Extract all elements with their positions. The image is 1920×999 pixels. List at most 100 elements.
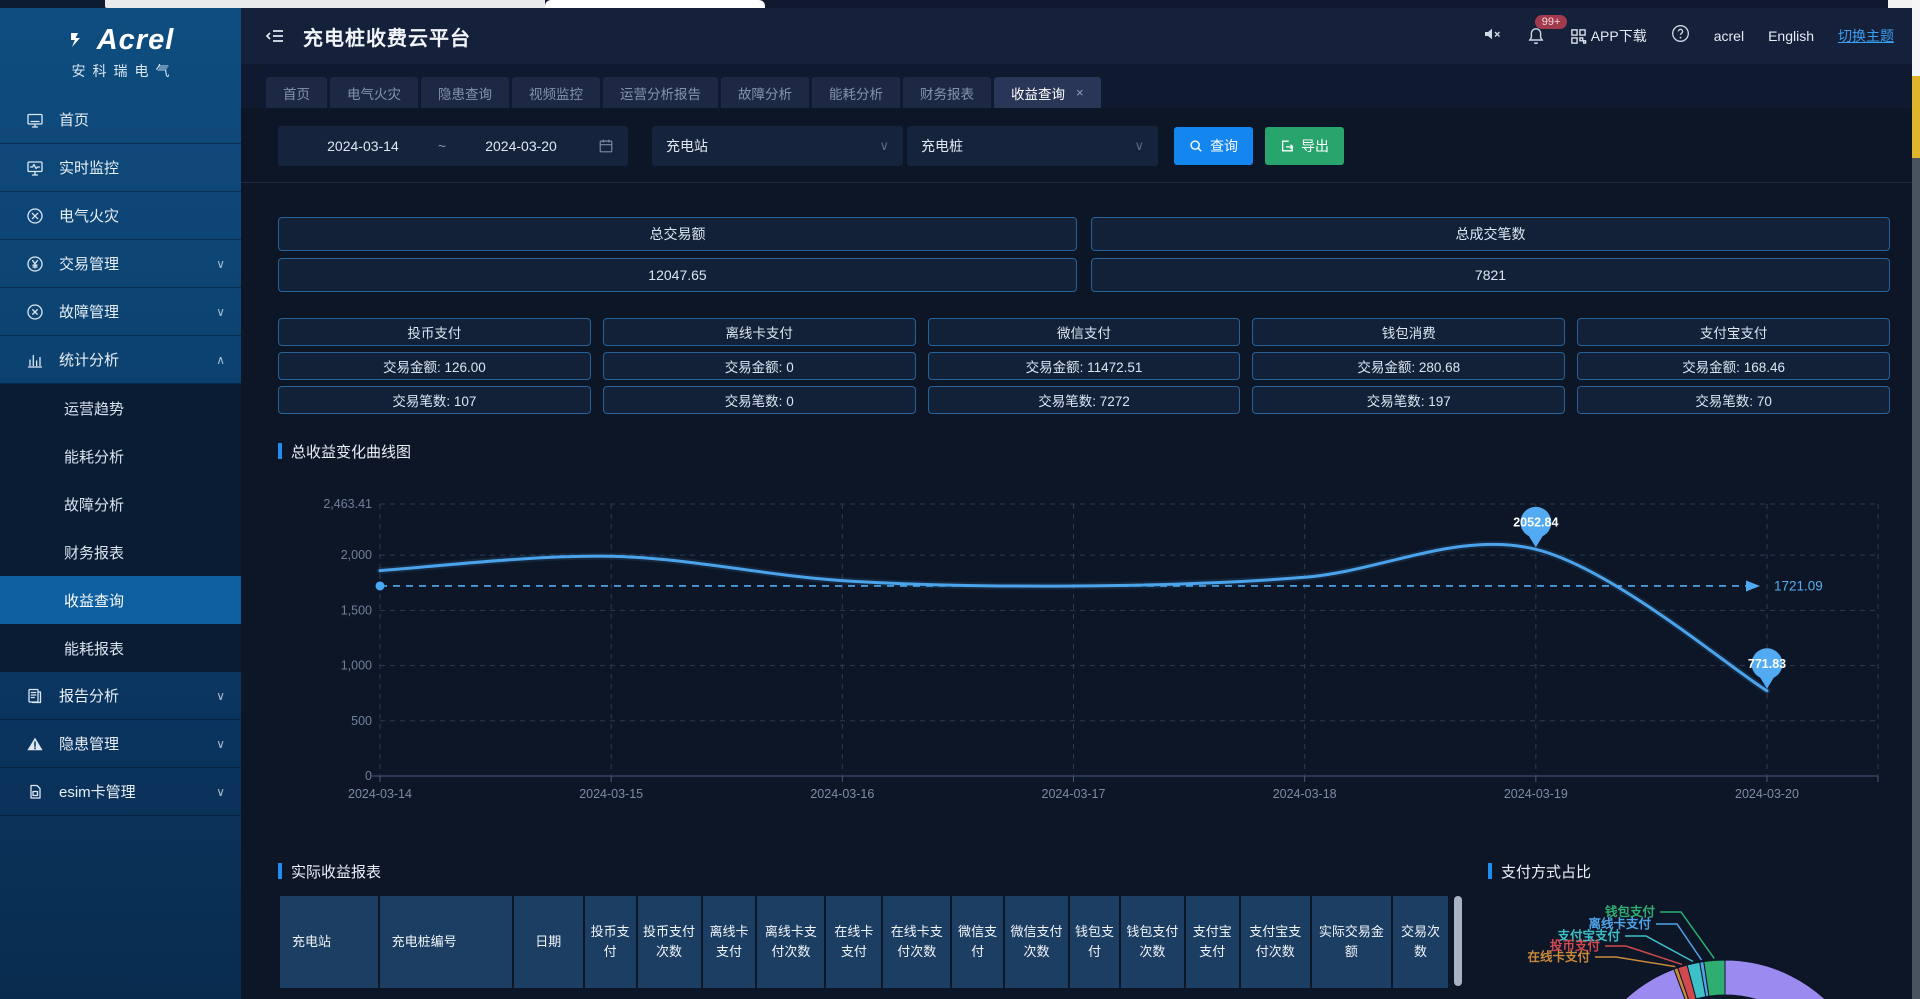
x-tick-label: 2024-03-19 <box>1504 787 1568 801</box>
sidebar-item-label: 交易管理 <box>59 253 119 274</box>
tab-2[interactable]: 电气火灾 <box>330 77 418 108</box>
payment-card: 钱包消费交易金额: 280.68交易笔数: 197 <box>1252 318 1565 414</box>
sidebar-item-electric-fire[interactable]: 电气火灾 <box>0 192 241 240</box>
sidebar-subitem-energy-analysis[interactable]: 能耗分析 <box>0 432 241 480</box>
column-header: 微信支付次数 <box>1005 896 1068 988</box>
topbar-actions: 99+ APP下载 <box>1482 24 1894 49</box>
column-header: 充电站 <box>280 896 378 988</box>
sidebar-item-fault-mgmt[interactable]: 故障管理∨ <box>0 288 241 336</box>
pile-select[interactable]: 充电桩 ∨ <box>907 126 1158 166</box>
sidebar-item-realtime-monitor[interactable]: 实时监控 <box>0 144 241 192</box>
notifications-bell[interactable]: 99+ <box>1526 26 1546 46</box>
payment-card: 支付宝支付交易金额: 168.46交易笔数: 70 <box>1577 318 1890 414</box>
sidebar-item-home[interactable]: 首页 <box>0 96 241 144</box>
tab-9[interactable]: 收益查询× <box>994 77 1101 108</box>
payment-cards: 投币支付交易金额: 126.00交易笔数: 107离线卡支付交易金额: 0交易笔… <box>278 318 1890 414</box>
end-date[interactable]: 2024-03-20 <box>450 138 592 154</box>
title-accent-bar <box>1488 863 1492 879</box>
tab-label: 财务报表 <box>920 83 974 103</box>
calendar-icon <box>598 138 614 154</box>
notification-badge: 99+ <box>1535 15 1568 29</box>
column-header: 充电桩编号 <box>380 896 512 988</box>
browser-chrome-strip <box>0 0 1920 8</box>
tab-5[interactable]: 运营分析报告 <box>603 77 718 108</box>
tab-label: 运营分析报告 <box>620 83 701 103</box>
sidebar-item-hazard-mgmt[interactable]: 隐患管理∨ <box>0 720 241 768</box>
y-tick-label: 2,000 <box>341 548 372 562</box>
sidebar-item-transaction-mgmt[interactable]: 交易管理∨ <box>0 240 241 288</box>
tabbar: 首页电气火灾隐患查询视频监控运营分析报告 故障分析 能耗分析 财务报表收益查询× <box>241 64 1920 108</box>
page-scrollbar[interactable] <box>1912 0 1920 999</box>
sidebar-subitem-financial-report[interactable]: 财务报表 <box>0 528 241 576</box>
theme-switch-link[interactable]: 切换主题 <box>1838 26 1894 46</box>
username[interactable]: acrel <box>1714 28 1744 44</box>
circle-cross-icon <box>26 207 44 225</box>
y-tick-label: 500 <box>351 714 372 728</box>
sidebar-subitem-operation-trend[interactable]: 运营趋势 <box>0 384 241 432</box>
sidebar-item-report-analysis[interactable]: 报告分析∨ <box>0 672 241 720</box>
help-circle-icon[interactable] <box>1671 24 1690 48</box>
summary-card: 总成交笔数7821 <box>1091 217 1890 292</box>
payment-card-title: 投币支付 <box>278 318 591 346</box>
report-icon <box>26 687 44 705</box>
language-switch[interactable]: English <box>1768 28 1814 44</box>
table-scrollbar[interactable] <box>1454 896 1462 986</box>
revenue-table-panel: 实际收益报表 充电站充电桩编号日期投币支付投币支付次数离线卡支付离线卡支付次数在… <box>278 862 1462 999</box>
station-select-value: 充电站 <box>666 136 708 156</box>
column-header: 投币支付 <box>585 896 636 988</box>
tab-6[interactable]: 故障分析 <box>721 77 809 108</box>
revenue-table-title: 实际收益报表 <box>291 861 381 882</box>
sidebar-item-label: 故障管理 <box>59 301 119 322</box>
sidebar-submenu: 运营趋势能耗分析故障分析财务报表收益查询能耗报表 <box>0 384 241 672</box>
column-header: 离线卡支付 <box>703 896 756 988</box>
payment-card-amount: 交易金额: 168.46 <box>1577 352 1890 380</box>
tab-8[interactable]: 财务报表 <box>903 77 991 108</box>
page-scrollbar-thumb[interactable] <box>1912 76 1920 158</box>
app-download-button[interactable]: APP下载 <box>1570 26 1647 46</box>
app-download-label: APP下载 <box>1591 26 1647 46</box>
pie-chart-title: 支付方式占比 <box>1501 861 1591 882</box>
divider <box>241 182 1920 183</box>
column-header: 支付宝支付 <box>1186 896 1239 988</box>
tab-label: 故障分析 <box>738 83 792 103</box>
table-header-row: 充电站充电桩编号日期投币支付投币支付次数离线卡支付离线卡支付次数在线卡支付在线卡… <box>280 896 1448 988</box>
title-accent-bar <box>278 863 282 879</box>
tab-label: 能耗分析 <box>829 83 883 103</box>
sidebar-subitem-energy-report[interactable]: 能耗报表 <box>0 624 241 672</box>
sidebar-subitem-label: 能耗分析 <box>64 446 124 467</box>
tab-4[interactable]: 视频监控 <box>512 77 600 108</box>
column-header: 钱包支付次数 <box>1121 896 1184 988</box>
payment-card-title: 支付宝支付 <box>1577 318 1890 346</box>
browser-strip-segment <box>0 0 105 8</box>
tab-3[interactable]: 隐患查询 <box>421 77 509 108</box>
page-title: 充电桩收费云平台 <box>303 22 471 51</box>
search-icon <box>1189 139 1203 153</box>
tab-1[interactable]: 首页 <box>266 77 327 108</box>
tab-7[interactable]: 能耗分析 <box>812 77 900 108</box>
payment-pie-chart: 钱包支付离线卡支付支付宝支付投币支付在线卡支付 <box>1488 888 1890 999</box>
sidebar-item-statistics[interactable]: 统计分析∧ <box>0 336 241 384</box>
payment-card-count: 交易笔数: 197 <box>1252 386 1565 414</box>
query-button[interactable]: 查询 <box>1174 127 1253 165</box>
pile-select-value: 充电桩 <box>921 136 963 156</box>
sidebar-item-esim-mgmt[interactable]: esim卡管理∨ <box>0 768 241 816</box>
browser-strip-segment <box>105 0 545 8</box>
sidebar-subitem-label: 运营趋势 <box>64 398 124 419</box>
summary-card-value: 12047.65 <box>278 258 1077 292</box>
sidebar-item-label: 统计分析 <box>59 349 119 370</box>
topbar: 充电桩收费云平台 99+ <box>241 8 1920 64</box>
collapse-menu-icon[interactable] <box>265 26 285 46</box>
sidebar-subitem-fault-analysis[interactable]: 故障分析 <box>0 480 241 528</box>
column-header: 投币支付次数 <box>638 896 701 988</box>
close-icon[interactable]: × <box>1076 85 1084 100</box>
start-date[interactable]: 2024-03-14 <box>292 138 434 154</box>
speaker-muted-icon[interactable] <box>1482 24 1502 49</box>
chevron-down-icon: ∨ <box>216 689 225 703</box>
export-button[interactable]: 导出 <box>1265 127 1344 165</box>
monitor-icon <box>26 159 44 177</box>
station-select[interactable]: 充电站 ∨ <box>652 126 903 166</box>
date-separator: ~ <box>434 138 450 154</box>
warning-triangle-icon <box>26 735 44 753</box>
date-range-picker[interactable]: 2024-03-14 ~ 2024-03-20 <box>278 126 628 166</box>
sidebar-subitem-revenue-query[interactable]: 收益查询 <box>0 576 241 624</box>
